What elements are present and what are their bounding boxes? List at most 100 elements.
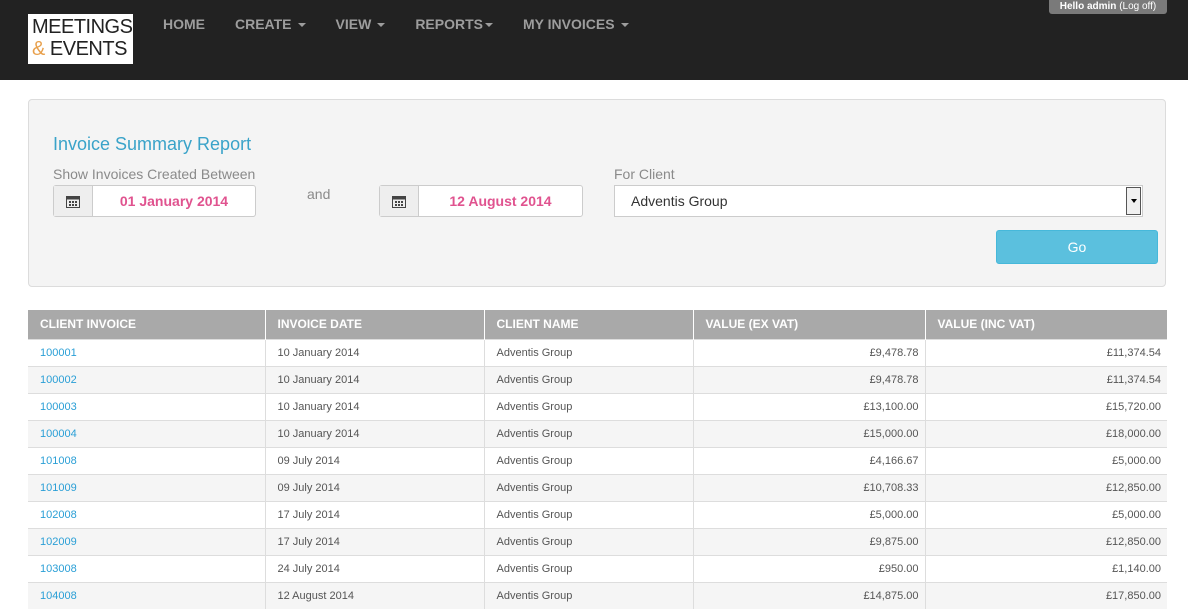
logo-line2-text: EVENTS [44,38,128,60]
table-row: 100001 10 January 2014 Adventis Group £9… [28,338,1167,366]
invoice-link[interactable]: 100003 [40,401,77,413]
user-greeting: Hello admin (Log off) [1049,0,1167,14]
start-date-picker[interactable]: 01 January 2014 [53,185,256,217]
cell-value-inc-vat: £18,000.00 [924,419,1167,447]
client-select-value: Adventis Group [631,193,728,209]
cell-client-name: Adventis Group [483,473,693,501]
cell-invoice-date: 10 January 2014 [264,392,484,420]
table-row: 100004 10 January 2014 Adventis Group £1… [28,419,1167,447]
cell-client-name: Adventis Group [483,338,693,366]
header-client-invoice[interactable]: CLIENT INVOICE [28,310,265,339]
cell-invoice-date: 17 July 2014 [264,500,484,528]
calendar-icon[interactable] [380,186,419,216]
table-row: 100003 10 January 2014 Adventis Group £1… [28,392,1167,420]
cell-value-inc-vat: £1,140.00 [924,554,1167,582]
cell-value-ex-vat: £9,875.00 [692,527,925,555]
logoff-link[interactable]: (Log off) [1119,1,1156,12]
invoice-link[interactable]: 103008 [40,563,77,575]
invoice-link[interactable]: 102008 [40,509,77,521]
cell-invoice-date: 10 January 2014 [264,365,484,393]
cell-client-name: Adventis Group [483,500,693,528]
end-date-picker[interactable]: 12 August 2014 [379,185,583,217]
cell-value-ex-vat: £9,478.78 [692,338,925,366]
client-label: For Client [614,166,675,182]
cell-invoice-date: 10 January 2014 [264,338,484,366]
start-date-value[interactable]: 01 January 2014 [93,186,255,216]
cell-client-name: Adventis Group [483,554,693,582]
cell-value-ex-vat: £950.00 [692,554,925,582]
cell-value-inc-vat: £5,000.00 [924,446,1167,474]
cell-invoice-number: 100003 [28,392,265,420]
client-select[interactable]: Adventis Group [614,185,1143,217]
cell-value-ex-vat: £4,166.67 [692,446,925,474]
nav-view-label: VIEW [335,16,372,32]
nav-create[interactable]: CREATE [235,16,306,32]
invoice-link[interactable]: 104008 [40,590,77,602]
top-navbar: MEETINGS & EVENTS HOME CREATE VIEW REPOR… [0,0,1188,80]
cell-value-inc-vat: £11,374.54 [924,365,1167,393]
invoice-link[interactable]: 100004 [40,428,77,440]
caret-down-icon [620,23,629,28]
logo-ampersand: & [32,38,45,60]
table-row: 101008 09 July 2014 Adventis Group £4,16… [28,446,1167,474]
cell-invoice-number: 100001 [28,338,265,366]
brand-logo[interactable]: MEETINGS & EVENTS [28,14,133,64]
cell-value-ex-vat: £5,000.00 [692,500,925,528]
end-date-value[interactable]: 12 August 2014 [419,186,582,216]
invoice-table: CLIENT INVOICE INVOICE DATE CLIENT NAME … [28,310,1167,609]
cell-value-ex-vat: £13,100.00 [692,392,925,420]
cell-invoice-number: 102009 [28,527,265,555]
created-between-label: Show Invoices Created Between [53,166,256,182]
header-value-ex-vat[interactable]: VALUE (EX VAT) [692,310,925,339]
cell-value-inc-vat: £15,720.00 [924,392,1167,420]
table-row: 103008 24 July 2014 Adventis Group £950.… [28,554,1167,582]
cell-value-ex-vat: £9,478.78 [692,365,925,393]
report-title: Invoice Summary Report [53,134,252,154]
cell-client-name: Adventis Group [483,527,693,555]
nav-reports-label: REPORTS [415,16,483,32]
main-nav: HOME CREATE VIEW REPORTS MY INVOICES [163,16,659,32]
greeting-text: Hello admin [1059,1,1120,12]
invoice-link[interactable]: 100001 [40,347,77,359]
invoice-link[interactable]: 101009 [40,482,77,494]
invoice-link[interactable]: 101008 [40,455,77,467]
cell-value-inc-vat: £5,000.00 [924,500,1167,528]
invoice-link[interactable]: 102009 [40,536,77,548]
cell-value-inc-vat: £12,850.00 [924,473,1167,501]
cell-value-ex-vat: £10,708.33 [692,473,925,501]
and-label: and [307,186,331,202]
header-invoice-date[interactable]: INVOICE DATE [264,310,484,339]
table-row: 100002 10 January 2014 Adventis Group £9… [28,365,1167,393]
cell-invoice-date: 10 January 2014 [264,419,484,447]
nav-my-invoices[interactable]: MY INVOICES [523,16,629,32]
cell-invoice-number: 102008 [28,500,265,528]
caret-down-icon [297,23,306,28]
cell-value-inc-vat: £12,850.00 [924,527,1167,555]
logo-line2: & EVENTS [32,38,129,60]
header-client-name[interactable]: CLIENT NAME [483,310,693,339]
cell-value-inc-vat: £11,374.54 [924,338,1167,366]
cell-invoice-date: 09 July 2014 [264,446,484,474]
invoice-link[interactable]: 100002 [40,374,77,386]
cell-client-name: Adventis Group [483,446,693,474]
filter-panel: Invoice Summary Report Show Invoices Cre… [28,99,1166,287]
cell-invoice-number: 100002 [28,365,265,393]
caret-down-icon [485,23,493,28]
nav-create-label: CREATE [235,16,292,32]
cell-invoice-number: 101008 [28,446,265,474]
cell-invoice-number: 100004 [28,419,265,447]
cell-value-ex-vat: £15,000.00 [692,419,925,447]
calendar-icon[interactable] [54,186,93,216]
cell-invoice-date: 09 July 2014 [264,473,484,501]
nav-view[interactable]: VIEW [336,16,386,32]
table-row: 102008 17 July 2014 Adventis Group £5,00… [28,500,1167,528]
nav-reports[interactable]: REPORTS [415,16,493,32]
cell-client-name: Adventis Group [483,419,693,447]
go-button[interactable]: Go [996,230,1158,264]
table-header-row: CLIENT INVOICE INVOICE DATE CLIENT NAME … [28,310,1167,339]
header-value-inc-vat[interactable]: VALUE (INC VAT) [924,310,1167,339]
dropdown-arrow-icon[interactable] [1126,187,1141,215]
table-row: 101009 09 July 2014 Adventis Group £10,7… [28,473,1167,501]
nav-home[interactable]: HOME [163,16,205,32]
cell-invoice-number: 101009 [28,473,265,501]
